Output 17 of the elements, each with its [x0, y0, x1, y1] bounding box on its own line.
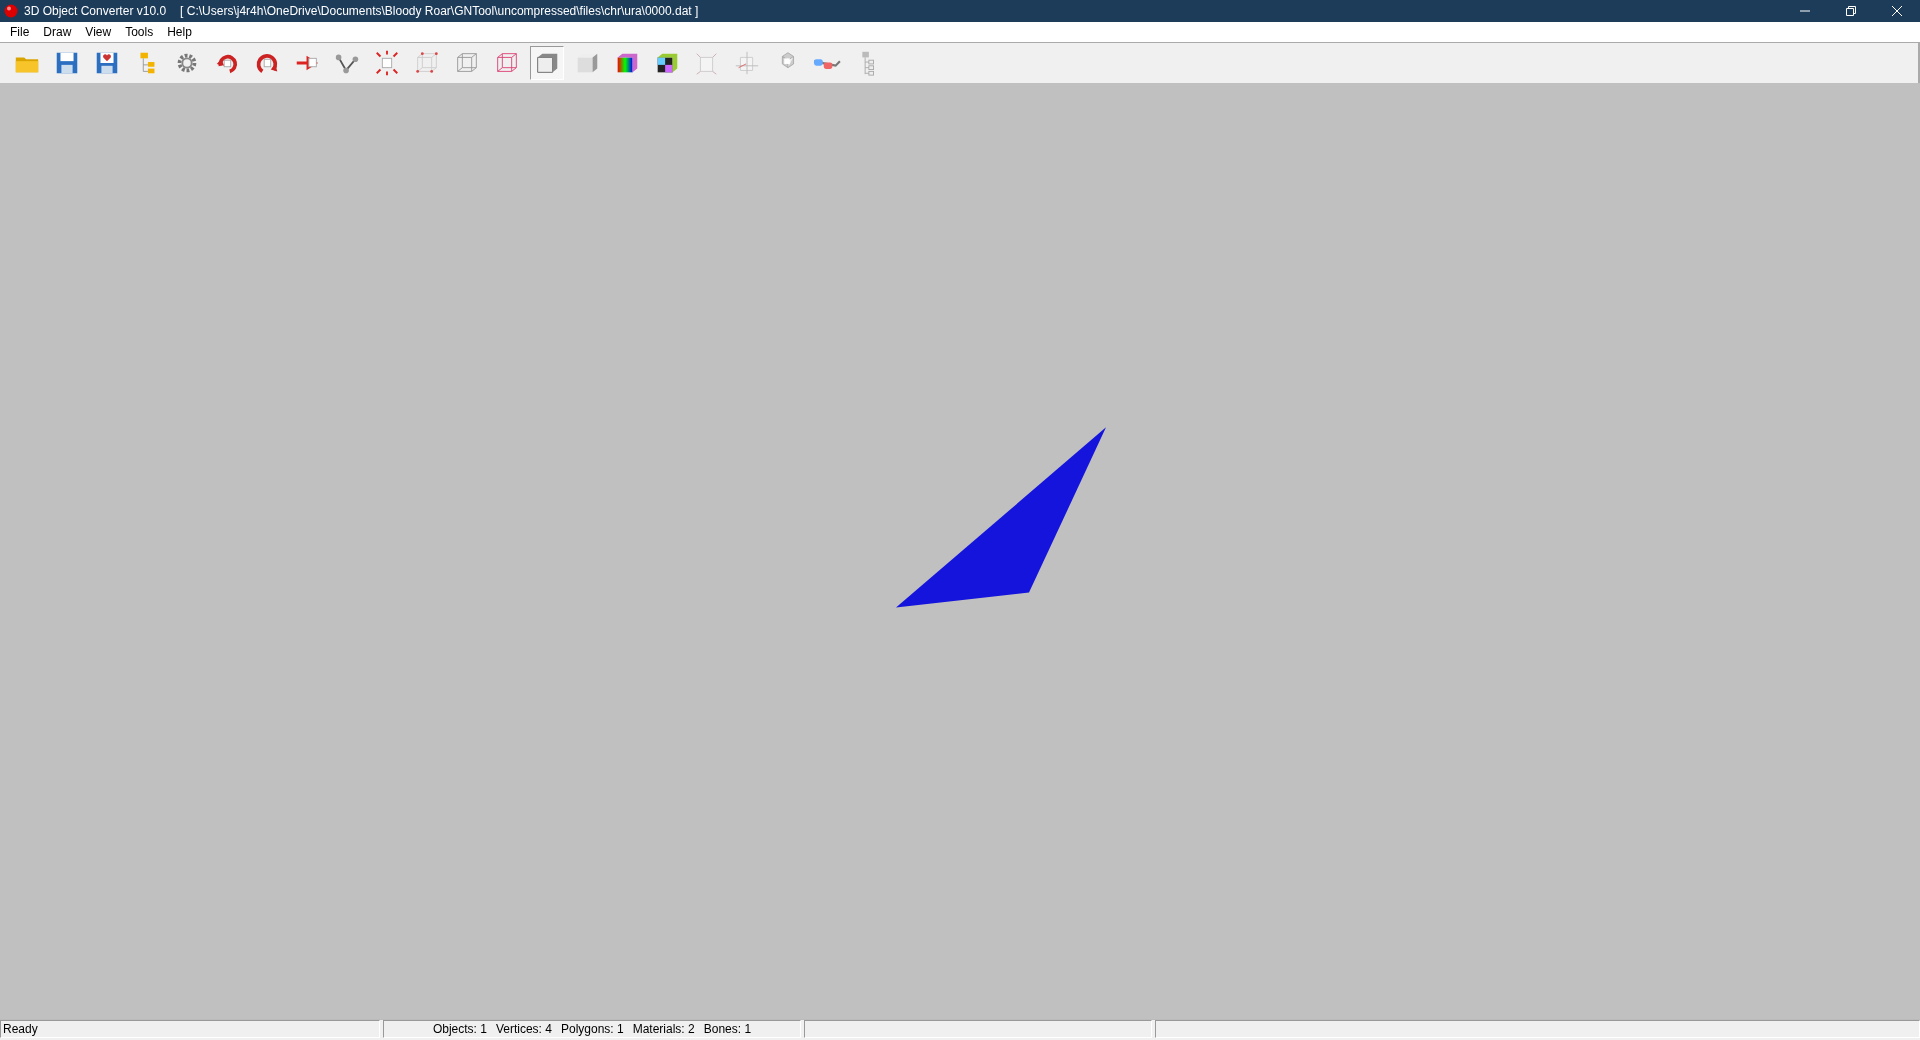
window-title: 3D Object Converter v10.0	[24, 4, 167, 18]
file-path: [ C:\Users\j4r4h\OneDrive\Documents\Bloody Roar\GNTool\uncompressed\files\chr\ura\0000.dat ]	[180, 4, 699, 18]
menu-item[interactable]: Tools	[118, 25, 161, 39]
status-stat: Bones: 1	[703, 1022, 752, 1036]
status-stat: Objects: 1	[432, 1022, 487, 1036]
menu-item[interactable]: File	[3, 25, 37, 39]
status-stat: Polygons: 1	[560, 1022, 624, 1036]
cube-axes-icon	[733, 49, 761, 77]
3d-glasses-icon	[813, 56, 841, 70]
menu-item[interactable]: View	[78, 25, 119, 39]
app-logo-icon	[4, 4, 18, 18]
menu-item[interactable]: Draw	[36, 25, 79, 39]
status-stat: Vertices: 4	[495, 1022, 552, 1036]
exploded-cube-icon	[373, 49, 401, 77]
menu-item[interactable]: Help	[160, 25, 199, 39]
status-stat: Materials: 2	[632, 1022, 695, 1036]
status-message: Ready	[0, 1020, 380, 1038]
